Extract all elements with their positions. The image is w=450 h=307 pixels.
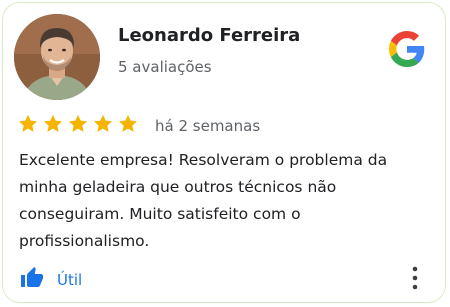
star-rating <box>17 113 139 135</box>
helpful-label: Útil <box>57 271 83 289</box>
reviewer-name: Leonardo Ferreira <box>118 25 301 46</box>
star-icon <box>92 113 114 135</box>
thumbs-up-icon <box>19 266 45 294</box>
avatar <box>14 14 100 100</box>
more-vert-icon <box>412 266 418 290</box>
review-card: Leonardo Ferreira 5 avaliações há 2 sema… <box>2 2 446 303</box>
star-icon <box>42 113 64 135</box>
star-icon <box>17 113 39 135</box>
review-date: há 2 semanas <box>155 117 261 135</box>
helpful-button[interactable]: Útil <box>19 266 82 294</box>
review-count: 5 avaliações <box>118 58 212 76</box>
google-g-icon <box>389 31 425 67</box>
star-icon <box>117 113 139 135</box>
star-icon <box>67 113 89 135</box>
review-text: Excelente empresa! Resolveram o problema… <box>19 151 388 250</box>
more-options-button[interactable] <box>403 265 427 291</box>
